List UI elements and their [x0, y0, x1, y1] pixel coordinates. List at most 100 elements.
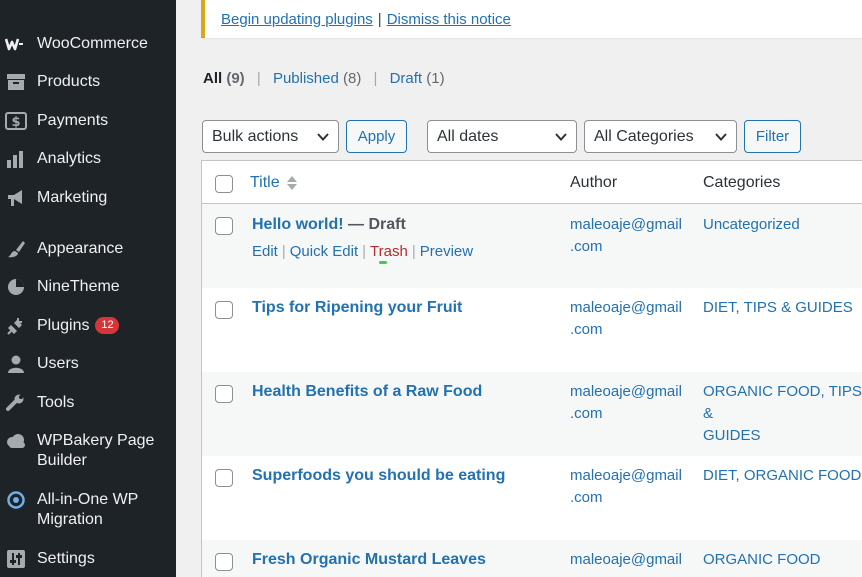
sidebar-item-tools[interactable]: Tools [0, 393, 176, 413]
row-checkbox[interactable] [215, 301, 233, 319]
preview-link[interactable]: Preview [420, 243, 473, 260]
author-cell[interactable]: maleoaje@gmail .com [570, 381, 688, 425]
categories-cell[interactable]: ORGANIC FOOD [703, 549, 862, 571]
categories-line1: DIET, TIPS & GUIDES [703, 299, 853, 316]
sidebar-item-label: Marketing [37, 189, 108, 206]
filter-button[interactable]: Filter [744, 120, 801, 153]
megaphone-icon [5, 188, 27, 208]
author-line2: .com [570, 405, 603, 422]
plugin-icon [5, 316, 27, 336]
sidebar-item-label-line1: WPBakery Page [37, 432, 155, 449]
admin-sidebar: WooCommerce Products $ Payments Analytic… [0, 0, 176, 577]
author-line1: maleoaje@gmail [570, 299, 682, 316]
post-status-views: All (9) | Published (8) | Draft (1) [203, 70, 445, 87]
sidebar-item-label: NineTheme [37, 278, 120, 295]
sort-icon [286, 176, 297, 190]
row-checkbox[interactable] [215, 385, 233, 403]
plugin-update-notice: Begin updating plugins | Dismiss this no… [201, 0, 862, 38]
title-column-header[interactable]: Title [250, 174, 298, 192]
sidebar-item-label: Payments [37, 112, 109, 129]
categories-cell[interactable]: DIET, TIPS & GUIDES [703, 297, 862, 319]
sidebar-item-label-line2: Migration [37, 511, 103, 528]
row-actions: Edit | Quick Edit | Trash | Preview [252, 243, 473, 260]
woocommerce-icon [5, 34, 27, 54]
settings-sliders-icon [5, 549, 27, 569]
view-draft-link[interactable]: Draft (1) [390, 70, 445, 87]
chevron-down-icon [715, 133, 727, 141]
quick-edit-link[interactable]: Quick Edit [290, 243, 358, 260]
sidebar-item-plugins[interactable]: Plugins 12 [0, 316, 176, 336]
sidebar-item-label-line2: Builder [37, 452, 87, 469]
sidebar-item-appearance[interactable]: Appearance [0, 239, 176, 259]
pie-chart-icon [5, 277, 27, 297]
action-separator: | [362, 243, 367, 260]
action-separator: | [281, 243, 286, 260]
cursor-marker [379, 261, 387, 264]
views-separator: | [373, 70, 378, 87]
categories-cell[interactable]: Uncategorized [703, 214, 862, 236]
categories-column-header[interactable]: Categories [703, 174, 780, 192]
sidebar-item-payments[interactable]: $ Payments [0, 111, 176, 131]
post-state-label: — Draft [343, 216, 406, 233]
categories-line2: GUIDES [703, 427, 761, 444]
post-title-link[interactable]: Fresh Organic Mustard Leaves [252, 551, 486, 569]
table-header: Title Author Categories [202, 161, 862, 204]
posts-table: Title Author Categories Hello world! — D… [201, 160, 862, 577]
apply-button[interactable]: Apply [346, 120, 407, 153]
view-published-link[interactable]: Published (8) [273, 70, 361, 87]
trash-link[interactable]: Trash [370, 243, 408, 260]
sidebar-item-settings[interactable]: Settings [0, 549, 176, 569]
sidebar-item-products[interactable]: Products [0, 72, 176, 92]
author-line1: maleoaje@gmail [570, 467, 682, 484]
sidebar-item-marketing[interactable]: Marketing [0, 188, 176, 208]
edit-link[interactable]: Edit [252, 243, 278, 260]
post-title-link[interactable]: Tips for Ripening your Fruit [252, 299, 462, 317]
paintbrush-icon [5, 239, 27, 259]
post-title-link[interactable]: Hello world! [252, 216, 344, 233]
action-separator: | [411, 243, 416, 260]
date-filter-select[interactable]: All dates [427, 120, 577, 153]
sidebar-item-wpbakery[interactable]: WPBakery Page Builder [0, 431, 176, 471]
title-header-label: Title [250, 174, 280, 191]
post-title-link[interactable]: Superfoods you should be eating [252, 467, 505, 485]
sidebar-item-ninetheme[interactable]: NineTheme [0, 277, 176, 297]
table-row: Health Benefits of a Raw Food maleoaje@g… [202, 372, 862, 456]
sidebar-item-label: Settings [37, 550, 95, 567]
sidebar-item-users[interactable]: Users [0, 354, 176, 374]
chart-bar-icon [5, 149, 27, 169]
svg-text:$: $ [11, 115, 20, 130]
author-line2: .com [570, 489, 603, 506]
select-all-checkbox[interactable] [215, 175, 233, 193]
category-filter-select[interactable]: All Categories [584, 120, 737, 153]
dismiss-notice-link[interactable]: Dismiss this notice [387, 11, 511, 28]
chevron-down-icon [317, 133, 329, 141]
author-line2: .com [570, 238, 603, 255]
notice-separator: | [377, 10, 382, 28]
chevron-down-icon [555, 133, 567, 141]
sidebar-item-label: WooCommerce [37, 35, 148, 52]
categories-line1: Uncategorized [703, 216, 800, 233]
sidebar-item-woocommerce[interactable]: WooCommerce [0, 34, 176, 54]
date-filter-value: All dates [437, 127, 499, 145]
sidebar-item-label-line1: All-in-One WP [37, 491, 139, 508]
categories-cell[interactable]: DIET, ORGANIC FOOD [703, 465, 862, 487]
row-checkbox[interactable] [215, 217, 233, 235]
author-line1: maleoaje@gmail [570, 216, 682, 233]
view-all-link[interactable]: All (9) [203, 70, 245, 87]
begin-updating-plugins-link[interactable]: Begin updating plugins [221, 11, 373, 28]
author-cell[interactable]: maleoaje@gmail .com [570, 465, 688, 509]
row-checkbox[interactable] [215, 553, 233, 571]
author-line1: maleoaje@gmail [570, 383, 682, 400]
migration-icon [5, 490, 27, 510]
author-cell[interactable]: maleoaje@gmail .com [570, 297, 688, 341]
post-title-link[interactable]: Health Benefits of a Raw Food [252, 383, 482, 401]
sidebar-item-analytics[interactable]: Analytics [0, 149, 176, 169]
sidebar-item-all-in-one-migration[interactable]: All-in-One WP Migration [0, 490, 176, 530]
categories-cell[interactable]: ORGANIC FOOD, TIPS & GUIDES [703, 381, 862, 447]
bulk-actions-select[interactable]: Bulk actions [202, 120, 339, 153]
row-checkbox[interactable] [215, 469, 233, 487]
author-cell[interactable]: maleoaje@gmail [570, 549, 688, 571]
bulk-actions-value: Bulk actions [212, 127, 299, 145]
author-cell[interactable]: maleoaje@gmail .com [570, 214, 688, 258]
sidebar-item-label: Appearance [37, 240, 124, 257]
